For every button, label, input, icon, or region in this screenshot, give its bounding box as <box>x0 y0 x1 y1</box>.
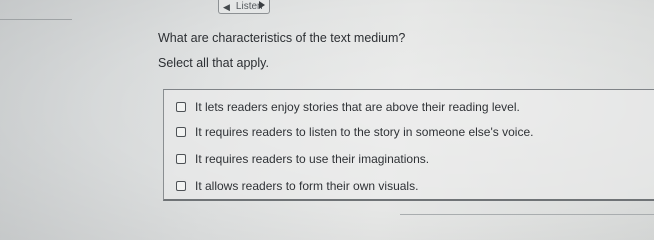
option-1[interactable]: It lets readers enjoy stories that are a… <box>176 100 520 114</box>
divider <box>400 214 654 215</box>
option-3[interactable]: It requires readers to use their imagina… <box>176 152 429 166</box>
option-label: It allows readers to form their own visu… <box>195 179 419 193</box>
checkbox[interactable] <box>176 181 186 191</box>
option-4[interactable]: It allows readers to form their own visu… <box>176 179 418 193</box>
option-label: It lets readers enjoy stories that are a… <box>195 100 520 114</box>
answer-options: It lets readers enjoy stories that are a… <box>163 89 654 201</box>
play-icon[interactable] <box>259 1 265 9</box>
checkbox[interactable] <box>176 154 186 164</box>
option-label: It requires readers to use their imagina… <box>195 152 430 166</box>
question-instruction: Select all that apply. <box>158 56 269 70</box>
checkbox[interactable] <box>176 127 186 137</box>
option-label: It requires readers to listen to the sto… <box>195 125 534 139</box>
listen-button[interactable]: ◀ Listen <box>218 0 270 14</box>
checkbox[interactable] <box>176 102 186 112</box>
divider <box>0 19 72 20</box>
question-prompt: What are characteristics of the text med… <box>158 31 406 45</box>
speaker-icon: ◀ <box>223 2 230 12</box>
option-2[interactable]: It requires readers to listen to the sto… <box>176 125 533 139</box>
